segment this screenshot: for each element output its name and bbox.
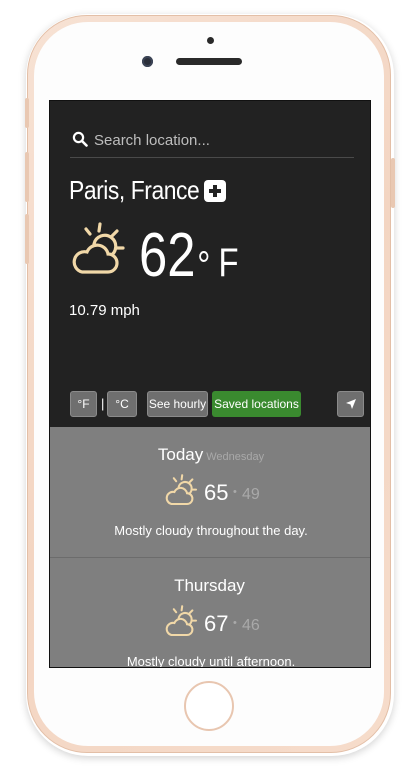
volume-up-button bbox=[25, 152, 29, 202]
proximity-sensor bbox=[207, 37, 214, 44]
forecast-temps-row: 67 • 46 bbox=[50, 603, 370, 643]
earpiece-speaker bbox=[176, 58, 242, 65]
celsius-button[interactable]: °C bbox=[107, 391, 137, 417]
day-name: Thursday bbox=[174, 576, 245, 595]
degree-dot: • bbox=[233, 617, 237, 629]
app-screen: Paris, France 62°F 10.79 mph °F | °C See… bbox=[49, 100, 371, 668]
location-name: Paris, France bbox=[69, 175, 200, 205]
navigation-arrow-icon bbox=[345, 399, 356, 409]
degree-symbol: ° bbox=[197, 244, 211, 288]
partly-cloudy-icon bbox=[165, 605, 198, 637]
low-temperature: 46 bbox=[242, 617, 260, 634]
forecast-summary: Mostly cloudy until afternoon. bbox=[126, 654, 296, 668]
unit-separator: | bbox=[101, 396, 105, 411]
add-location-button[interactable] bbox=[204, 180, 226, 202]
forecast-day-card: Today Wednesday 65 • 49 Mostly cloudy thr… bbox=[50, 427, 370, 558]
fahrenheit-button[interactable]: °F bbox=[70, 391, 97, 417]
see-hourly-button[interactable]: See hourly bbox=[147, 391, 208, 417]
partly-cloudy-icon bbox=[72, 222, 125, 274]
search-bar bbox=[70, 127, 354, 158]
forecast-day-card: Thursday 67 • 46 Mostly cloudy until aft… bbox=[50, 558, 370, 668]
current-temperature: 62° F bbox=[139, 221, 239, 298]
partly-cloudy-icon bbox=[165, 474, 198, 506]
forecast-day-title: Thursday bbox=[50, 576, 370, 596]
forecast-summary: Mostly cloudy throughout the day. bbox=[114, 523, 308, 538]
daily-forecast-list: Today Wednesday 65 • 49 Mostly cloudy thr… bbox=[50, 427, 370, 668]
temperature-value: 62 bbox=[139, 221, 196, 290]
saved-locations-button[interactable]: Saved locations bbox=[212, 391, 301, 417]
forecast-temps-row: 65 • 49 bbox=[50, 472, 370, 512]
power-button bbox=[391, 158, 395, 208]
high-temperature: 65 bbox=[204, 480, 229, 505]
high-temperature: 67 bbox=[204, 611, 229, 636]
front-camera bbox=[142, 56, 153, 67]
locate-me-button[interactable] bbox=[337, 391, 364, 417]
search-icon bbox=[72, 131, 88, 147]
home-button[interactable] bbox=[184, 681, 234, 731]
wind-speed: 10.79 mph bbox=[69, 302, 140, 319]
weekday-label: Wednesday bbox=[206, 451, 265, 463]
degree-dot: • bbox=[233, 486, 237, 498]
day-name: Today bbox=[157, 445, 204, 464]
forecast-day-title: Today Wednesday bbox=[50, 445, 370, 465]
temperature-unit: F bbox=[218, 241, 239, 285]
search-input[interactable] bbox=[94, 127, 349, 153]
mute-switch bbox=[25, 98, 29, 128]
low-temperature: 49 bbox=[242, 486, 260, 503]
volume-down-button bbox=[25, 214, 29, 264]
